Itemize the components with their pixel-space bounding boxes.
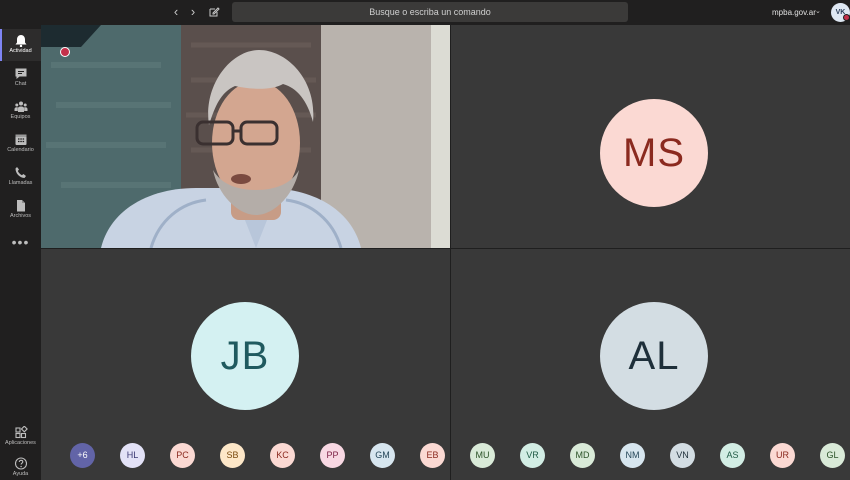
rail-item-llamadas[interactable]: Llamadas — [0, 161, 41, 193]
teams-icon — [14, 101, 27, 112]
participant-chip[interactable]: EB — [420, 443, 445, 468]
participant-chip[interactable]: GM — [370, 443, 395, 468]
compose-button[interactable] — [206, 4, 222, 20]
rail-item-equipos[interactable]: Equipos — [0, 95, 41, 127]
participant-chip[interactable]: NM — [620, 443, 645, 468]
forward-button[interactable]: › — [185, 4, 201, 20]
participant-chip[interactable]: PC — [170, 443, 195, 468]
rail-label: Chat — [14, 81, 27, 87]
rail-label: Archivos — [9, 213, 32, 219]
participant-avatar: AL — [600, 302, 708, 410]
rail-item-archivos[interactable]: Archivos — [0, 194, 41, 226]
rail-label: Calendario — [7, 147, 34, 153]
more-apps-button[interactable]: ••• — [0, 235, 41, 249]
participant-chip[interactable]: HL — [120, 443, 145, 468]
back-button[interactable]: ‹ — [168, 4, 184, 20]
bell-icon — [15, 35, 26, 47]
title-bar: ‹ › Busque o escriba un comando mpba.gov… — [0, 0, 850, 25]
rail-item-calendario[interactable]: Calendario — [0, 128, 41, 160]
rail-label: Llamadas — [8, 180, 33, 186]
participant-chip[interactable]: GL — [820, 443, 845, 468]
participant-avatar: MS — [600, 99, 708, 207]
participant-video-tile[interactable] — [41, 25, 450, 248]
rail-label: Ayuda — [12, 471, 29, 477]
search-input[interactable]: Busque o escriba un comando — [232, 2, 628, 22]
participant-video — [41, 25, 450, 248]
rail-item-actividad[interactable]: Actividad — [0, 29, 41, 61]
chat-icon — [15, 68, 26, 79]
participant-chip[interactable]: VR — [520, 443, 545, 468]
rail-label: Equipos — [10, 114, 31, 120]
apps-icon — [14, 426, 28, 439]
help-icon — [14, 457, 27, 470]
participant-chip[interactable]: MU — [470, 443, 495, 468]
participant-chip[interactable]: SB — [220, 443, 245, 468]
tenant-switcher[interactable]: mpba.gov.ar — [772, 0, 816, 25]
participant-chip[interactable]: KC — [270, 443, 295, 468]
participant-chip[interactable]: AS — [720, 443, 745, 468]
participant-chip[interactable]: PP — [320, 443, 345, 468]
rail-item-aplicaciones[interactable]: Aplicaciones — [0, 421, 41, 453]
rail-item-chat[interactable]: Chat — [0, 62, 41, 94]
participant-chip[interactable]: UR — [770, 443, 795, 468]
participant-chip[interactable]: MD — [570, 443, 595, 468]
phone-icon — [15, 167, 26, 178]
participant-chip[interactable]: +6 — [70, 443, 95, 468]
recording-indicator — [60, 47, 70, 57]
app-bar: Actividad Chat Equipos Calendario Llamad… — [0, 25, 41, 480]
rail-label: Actividad — [9, 48, 32, 54]
rail-item-ayuda[interactable]: Ayuda — [0, 452, 41, 480]
chevron-down-icon[interactable]: ⌄ — [815, 0, 821, 25]
files-icon — [16, 200, 25, 212]
presence-status-badge — [843, 14, 850, 21]
participant-avatar: JB — [191, 302, 299, 410]
calendar-icon — [15, 134, 26, 145]
rail-label: Aplicaciones — [5, 440, 36, 446]
compose-icon — [209, 7, 220, 17]
participant-chip[interactable]: VN — [670, 443, 695, 468]
participant-tile-ms[interactable]: MS — [451, 25, 850, 248]
